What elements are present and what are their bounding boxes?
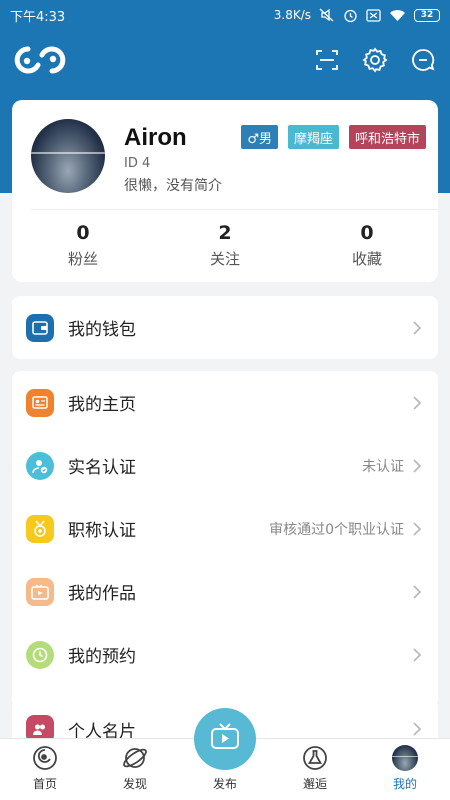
message-icon[interactable] [410,47,436,73]
menu-item-appointments[interactable]: 我的预约 [12,623,438,686]
avatar[interactable] [31,119,105,193]
chevron-right-icon [412,521,424,537]
home-icon [30,743,60,773]
gender-tag: ♂男 [241,125,278,149]
menu-item-title-cert[interactable]: 职称认证 审核通过0个职业认证 [12,497,438,560]
stat-following[interactable]: 2 关注 [154,222,296,269]
city-tag: 呼和浩特市 [348,125,426,149]
chevron-right-icon [412,320,424,336]
chevron-right-icon [412,647,424,663]
profile-card[interactable]: Airon ID 4 很懒，没有简介 ♂男 摩羯座 呼和浩特市 0 粉丝 2 关… [12,100,438,282]
user-verify-icon [26,451,54,480]
chevron-right-icon [412,584,424,600]
username: Airon [124,124,187,151]
me-avatar-icon [390,743,420,773]
stat-label: 粉丝 [67,250,98,268]
wallet-icon [26,313,54,342]
network-speed: 3.8K/s [273,8,311,22]
wallet-card: 我的钱包 [12,296,438,359]
nav-label: 首页 [32,777,57,791]
status-bar: 下午4:33 3.8K/s 32 [0,0,450,30]
settings-icon[interactable] [362,47,388,73]
clock-icon [26,640,54,669]
user-id: ID 4 [124,156,151,171]
publish-button[interactable] [194,708,256,770]
menu-label: 我的主页 [68,395,136,415]
stat-label: 关注 [209,250,240,268]
main-menu-card: 我的主页 实名认证 未认证 职称认证 审核通过0个职业认证 我的作品 我的预约 [12,371,438,707]
nav-discover[interactable]: 发现 [90,739,180,800]
zodiac-tag: 摩羯座 [287,125,339,149]
stat-value: 0 [360,222,374,244]
menu-label: 我的作品 [68,584,136,604]
menu-label: 我的预约 [68,647,136,667]
menu-label: 职称认证 [68,521,136,541]
chevron-right-icon [412,395,424,411]
id-card-icon [26,388,54,417]
nav-label: 发布 [212,777,237,791]
user-bio: 很懒，没有简介 [124,178,222,194]
app-logo-icon [14,43,314,77]
menu-value: 未认证 [362,458,404,475]
mute-icon [319,8,335,22]
nav-home[interactable]: 首页 [0,739,90,800]
stat-favorites[interactable]: 0 收藏 [296,222,438,269]
nav-label: 邂逅 [302,777,327,791]
stat-label: 收藏 [351,250,382,268]
menu-label: 我的钱包 [68,320,136,340]
video-icon [26,577,54,606]
menu-value: 审核通过0个职业认证 [269,521,404,538]
menu-item-homepage[interactable]: 我的主页 [12,371,438,434]
nav-label: 发现 [122,777,147,791]
wifi-icon [389,9,406,22]
status-time: 下午4:33 [10,9,66,25]
battery-icon: 32 [414,8,440,22]
stat-value: 0 [76,222,90,244]
flask-icon [300,743,330,773]
profile-stats: 0 粉丝 2 关注 0 收藏 [12,222,438,269]
nav-me[interactable]: 我的 [360,739,450,800]
alarm-icon [343,8,358,23]
planet-icon [120,743,150,773]
top-bar [0,40,450,80]
medal-icon [26,514,54,543]
tv-icon [210,723,240,755]
menu-item-wallet[interactable]: 我的钱包 [12,296,438,359]
chevron-right-icon [412,721,424,737]
profile-tags: ♂男 摩羯座 呼和浩特市 [241,125,426,149]
stat-value: 2 [218,222,232,244]
nav-encounter[interactable]: 邂逅 [270,739,360,800]
menu-item-real-name[interactable]: 实名认证 未认证 [12,434,438,497]
divider [31,209,438,210]
menu-item-works[interactable]: 我的作品 [12,560,438,623]
menu-label: 实名认证 [68,458,136,478]
chevron-right-icon [412,458,424,474]
stat-followers[interactable]: 0 粉丝 [12,222,154,269]
sim-icon [366,8,381,22]
nav-label: 我的 [392,777,417,791]
scan-icon[interactable] [314,47,340,73]
